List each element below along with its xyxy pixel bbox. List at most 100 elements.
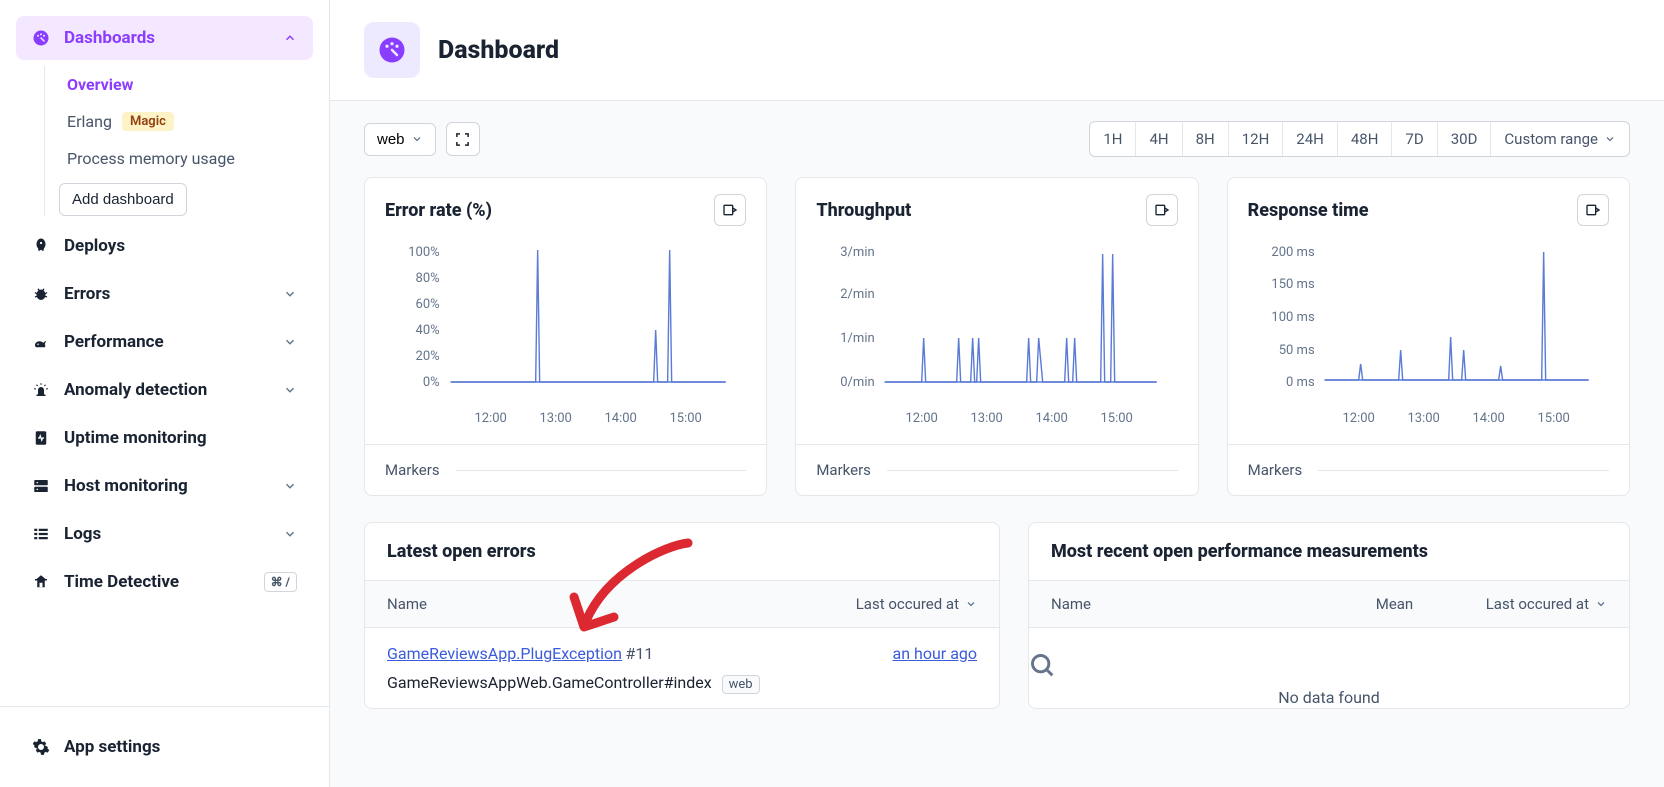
panel-latest-errors: Latest open errors Name Last occured at … xyxy=(364,522,1000,709)
last-occurred-link[interactable]: an hour ago xyxy=(893,644,977,663)
nav-dashboards-subitems: Overview Erlang Magic Process memory usa… xyxy=(44,66,313,216)
table-row: GameReviewsApp.PlugException #11 GameRev… xyxy=(365,628,999,708)
th-mean: Mean xyxy=(1376,595,1486,613)
time-range-4h[interactable]: 4H xyxy=(1136,122,1182,156)
chevron-down-icon xyxy=(283,479,297,493)
svg-text:12:00: 12:00 xyxy=(1342,411,1374,426)
time-range-48h[interactable]: 48H xyxy=(1338,122,1393,156)
svg-text:150 ms: 150 ms xyxy=(1271,277,1315,292)
card-markers: Markers xyxy=(365,444,766,495)
server-icon xyxy=(32,477,50,495)
svg-text:20%: 20% xyxy=(416,349,440,364)
panel-performance-measurements: Most recent open performance measurement… xyxy=(1028,522,1630,709)
card-throughput: Throughput 3/min 2/min 1/min 0/min 12:00 xyxy=(795,177,1198,496)
time-range-30d[interactable]: 30D xyxy=(1438,122,1492,156)
no-data-text: No data found xyxy=(1029,688,1629,707)
nav-errors[interactable]: Errors xyxy=(16,270,313,318)
svg-text:13:00: 13:00 xyxy=(971,411,1003,426)
svg-text:40%: 40% xyxy=(416,323,440,338)
nav-logs[interactable]: Logs xyxy=(16,510,313,558)
popout-button[interactable] xyxy=(1146,194,1178,226)
svg-text:0%: 0% xyxy=(423,375,440,390)
page-title: Dashboard xyxy=(438,36,559,65)
main: Dashboard web 1H 4H 8H 12H 24H 48H 7D 30… xyxy=(330,0,1664,787)
svg-text:13:00: 13:00 xyxy=(539,411,571,426)
chart-response-time: 200 ms 150 ms 100 ms 50 ms 0 ms 12:00 13… xyxy=(1228,234,1629,444)
metrics-cards-row: Error rate (%) 100% 80% 60% 40% 20% 0% xyxy=(364,177,1630,496)
chevron-down-icon xyxy=(283,383,297,397)
svg-text:12:00: 12:00 xyxy=(474,411,506,426)
time-range-8h[interactable]: 8H xyxy=(1183,122,1229,156)
nav-time-detective[interactable]: Time Detective ⌘ / xyxy=(16,558,313,606)
gear-icon xyxy=(32,738,50,756)
svg-text:100%: 100% xyxy=(408,245,439,260)
rabbit-icon xyxy=(32,333,50,351)
toolbar: web 1H 4H 8H 12H 24H 48H 7D 30D Custom r… xyxy=(364,121,1630,157)
chevron-down-icon xyxy=(283,287,297,301)
time-range-7d[interactable]: 7D xyxy=(1392,122,1437,156)
svg-text:2/min: 2/min xyxy=(841,287,875,302)
chevron-up-icon xyxy=(283,31,297,45)
nav-performance[interactable]: Performance xyxy=(16,318,313,366)
svg-text:0/min: 0/min xyxy=(841,375,875,390)
th-last-occurred[interactable]: Last occured at xyxy=(1486,595,1607,613)
search-icon xyxy=(1029,652,1629,680)
svg-text:14:00: 14:00 xyxy=(604,411,636,426)
error-tag: web xyxy=(722,675,760,694)
nav-uptime-monitoring[interactable]: Uptime monitoring xyxy=(16,414,313,462)
time-range-custom[interactable]: Custom range xyxy=(1491,122,1629,156)
svg-text:60%: 60% xyxy=(416,297,440,312)
th-last-occurred[interactable]: Last occured at xyxy=(856,595,977,613)
nav-deploys[interactable]: Deploys xyxy=(16,222,313,270)
rocket-icon xyxy=(32,237,50,255)
table-head: Name Last occured at xyxy=(365,581,999,628)
error-link[interactable]: GameReviewsApp.PlugException xyxy=(387,644,622,663)
card-title: Throughput xyxy=(816,200,911,221)
tables-row: Latest open errors Name Last occured at … xyxy=(364,522,1630,709)
heartbeat-icon xyxy=(32,429,50,447)
fullscreen-button[interactable] xyxy=(446,122,480,156)
th-name: Name xyxy=(387,595,856,613)
svg-text:3/min: 3/min xyxy=(841,245,875,260)
nav-sub-overview[interactable]: Overview xyxy=(59,66,313,103)
svg-text:50 ms: 50 ms xyxy=(1278,343,1314,358)
chevron-down-icon xyxy=(411,133,423,145)
nav-dashboards-label: Dashboards xyxy=(64,28,155,48)
popout-button[interactable] xyxy=(714,194,746,226)
siren-icon xyxy=(32,381,50,399)
time-range-24h[interactable]: 24H xyxy=(1283,122,1338,156)
filter-dropdown[interactable]: web xyxy=(364,123,436,156)
card-title: Response time xyxy=(1248,200,1369,221)
svg-text:100 ms: 100 ms xyxy=(1271,310,1315,325)
nav-app-settings[interactable]: App settings xyxy=(16,723,313,771)
svg-text:15:00: 15:00 xyxy=(1537,411,1569,426)
panel-title: Most recent open performance measurement… xyxy=(1029,523,1629,581)
chevron-down-icon xyxy=(965,598,977,610)
time-range-12h[interactable]: 12H xyxy=(1229,122,1284,156)
popout-button[interactable] xyxy=(1577,194,1609,226)
card-title: Error rate (%) xyxy=(385,200,492,221)
chevron-down-icon xyxy=(1595,598,1607,610)
card-markers: Markers xyxy=(1228,444,1629,495)
nav-host-monitoring[interactable]: Host monitoring xyxy=(16,462,313,510)
logs-icon xyxy=(32,525,50,543)
nav-anomaly-detection[interactable]: Anomaly detection xyxy=(16,366,313,414)
error-controller: GameReviewsAppWeb.GameController#index xyxy=(387,673,712,692)
content-area: web 1H 4H 8H 12H 24H 48H 7D 30D Custom r… xyxy=(330,101,1664,787)
magic-badge: Magic xyxy=(122,112,174,131)
chevron-down-icon xyxy=(1604,133,1616,145)
card-error-rate: Error rate (%) 100% 80% 60% 40% 20% 0% xyxy=(364,177,767,496)
no-data: No data found xyxy=(1029,628,1629,707)
svg-text:1/min: 1/min xyxy=(841,331,875,346)
th-name: Name xyxy=(1051,595,1376,613)
time-range-1h[interactable]: 1H xyxy=(1090,122,1136,156)
svg-text:200 ms: 200 ms xyxy=(1271,245,1315,260)
panel-title: Latest open errors xyxy=(365,523,999,581)
add-dashboard-button[interactable]: Add dashboard xyxy=(59,183,187,216)
nav-sub-process-memory[interactable]: Process memory usage xyxy=(59,140,313,177)
nav-dashboards[interactable]: Dashboards xyxy=(16,16,313,60)
nav-sub-erlang[interactable]: Erlang Magic xyxy=(59,103,313,140)
page-header: Dashboard xyxy=(330,0,1664,101)
kbd-shortcut: ⌘ / xyxy=(264,572,297,592)
svg-text:12:00: 12:00 xyxy=(906,411,938,426)
